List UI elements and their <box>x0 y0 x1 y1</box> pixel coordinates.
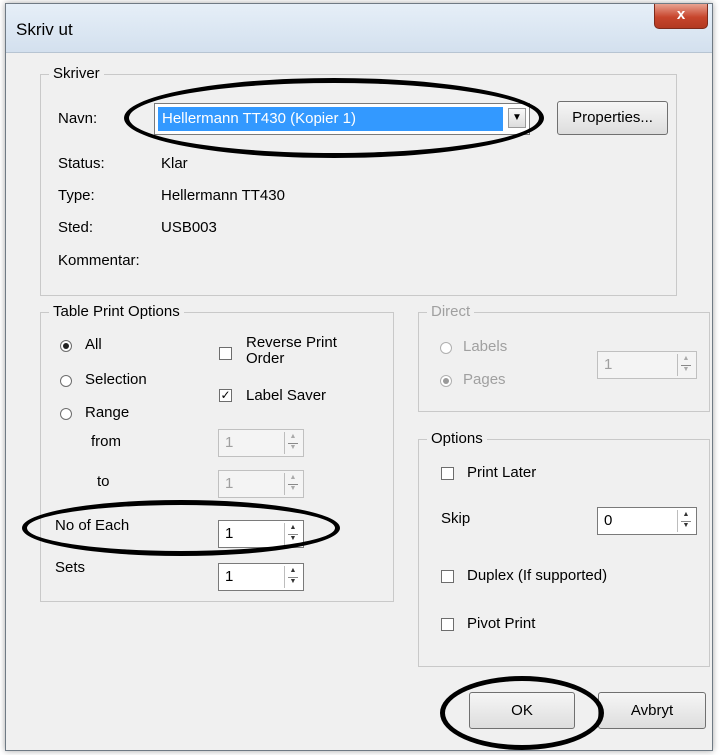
spin-up-icon: ▲ <box>682 355 690 362</box>
skip-spinner[interactable]: 0 ▲ ▼ <box>597 507 697 535</box>
printer-group-title: Skriver <box>49 65 104 83</box>
spinner-buttons: ▲ ▼ <box>284 473 301 495</box>
spinner-buttons[interactable]: ▲ ▼ <box>284 566 301 588</box>
range-to-value: 1 <box>225 475 234 492</box>
spin-up-icon: ▲ <box>289 474 297 481</box>
direct-group-title: Direct <box>427 303 475 321</box>
dialog-title: Skriv ut <box>16 20 73 39</box>
options-group-title: Options <box>427 430 487 448</box>
printer-group: Skriver Navn: Hellermann TT430 (Kopier 1… <box>40 65 677 296</box>
no-of-each-value[interactable]: 1 <box>225 525 233 542</box>
pivot-print-checkbox[interactable] <box>441 618 454 631</box>
radio-range[interactable] <box>60 408 72 420</box>
spin-up-icon[interactable]: ▲ <box>285 523 301 534</box>
range-from-label: from <box>91 433 121 450</box>
label-saver-checkbox[interactable]: ✓ <box>219 389 232 402</box>
cancel-button[interactable]: Avbryt <box>598 692 706 729</box>
ok-button[interactable]: OK <box>469 692 575 729</box>
spinner-buttons[interactable]: ▲ ▼ <box>677 510 694 532</box>
spin-up-icon[interactable]: ▲ <box>285 566 301 577</box>
properties-button[interactable]: Properties... <box>557 101 668 135</box>
direct-value: 1 <box>604 356 613 373</box>
no-of-each-spinner[interactable]: 1 ▲ ▼ <box>218 520 304 548</box>
pivot-print-label[interactable]: Pivot Print <box>467 615 535 632</box>
close-button[interactable]: x <box>654 4 708 29</box>
chevron-down-icon[interactable]: ▼ <box>508 108 526 128</box>
skip-value[interactable]: 0 <box>604 512 612 529</box>
spinner-buttons: ▲ ▼ <box>284 432 301 454</box>
type-value: Hellermann TT430 <box>161 187 285 204</box>
duplex-label[interactable]: Duplex (If supported) <box>467 567 607 584</box>
printer-name-label: Navn: <box>58 110 98 127</box>
label-saver-label[interactable]: Label Saver <box>246 387 326 404</box>
duplex-checkbox[interactable] <box>441 570 454 583</box>
spin-up-icon[interactable]: ▲ <box>678 510 694 521</box>
radio-all-label[interactable]: All <box>85 336 102 353</box>
spin-down-icon: ▼ <box>289 485 297 492</box>
status-label: Status: <box>58 155 105 172</box>
radio-selection-label[interactable]: Selection <box>85 371 147 388</box>
reverse-print-order-label[interactable]: Reverse Print Order <box>246 335 376 367</box>
spin-down-icon: ▼ <box>289 444 297 451</box>
range-from-value: 1 <box>225 434 234 451</box>
title-bar[interactable]: Skriv ut x <box>6 4 712 53</box>
printer-name-value: Hellermann TT430 (Kopier 1) <box>158 107 503 131</box>
type-label: Type: <box>58 187 95 204</box>
table-print-options-group: Table Print Options All Selection Range … <box>40 303 394 602</box>
spin-up-icon: ▲ <box>289 433 297 440</box>
printer-name-select[interactable]: Hellermann TT430 (Kopier 1) ▼ <box>154 103 530 135</box>
spinner-buttons: ▲ ▼ <box>677 354 694 376</box>
print-dialog: Skriv ut x Skriver Navn: Hellermann TT43… <box>5 3 713 751</box>
radio-labels-label: Labels <box>463 338 508 355</box>
location-value: USB003 <box>161 219 217 236</box>
spin-down-icon: ▼ <box>682 366 690 373</box>
sets-label: Sets <box>55 559 86 576</box>
table-print-options-title: Table Print Options <box>49 303 184 321</box>
sets-value[interactable]: 1 <box>225 568 233 585</box>
radio-all[interactable] <box>60 340 72 352</box>
checkmark-icon: ✓ <box>220 388 231 402</box>
reverse-print-order-checkbox[interactable] <box>219 347 232 360</box>
range-from-spinner: 1 ▲ ▼ <box>218 429 304 457</box>
spin-down-icon[interactable]: ▼ <box>285 577 301 588</box>
spin-down-icon[interactable]: ▼ <box>285 534 301 545</box>
radio-range-label[interactable]: Range <box>85 404 129 421</box>
comment-label: Kommentar: <box>58 252 140 269</box>
location-label: Sted: <box>58 219 94 236</box>
spin-down-icon[interactable]: ▼ <box>678 521 694 532</box>
print-later-checkbox[interactable] <box>441 467 454 480</box>
range-to-spinner: 1 ▲ ▼ <box>218 470 304 498</box>
radio-pages-label: Pages <box>463 371 506 388</box>
radio-selection[interactable] <box>60 375 72 387</box>
direct-spinner: 1 ▲ ▼ <box>597 351 697 379</box>
no-of-each-label: No of Each <box>55 517 130 534</box>
skip-label: Skip <box>441 510 471 527</box>
options-group: Options Print Later Skip 0 ▲ ▼ Duplex (If… <box>418 430 710 667</box>
radio-pages <box>440 375 452 387</box>
sets-spinner[interactable]: 1 ▲ ▼ <box>218 563 304 591</box>
spinner-buttons[interactable]: ▲ ▼ <box>284 523 301 545</box>
close-icon: x <box>676 6 686 23</box>
status-value: Klar <box>161 155 188 172</box>
range-to-label: to <box>97 473 110 490</box>
direct-group: Direct Labels Pages 1 ▲ ▼ <box>418 303 710 412</box>
print-later-label[interactable]: Print Later <box>467 464 536 481</box>
radio-labels <box>440 342 452 354</box>
